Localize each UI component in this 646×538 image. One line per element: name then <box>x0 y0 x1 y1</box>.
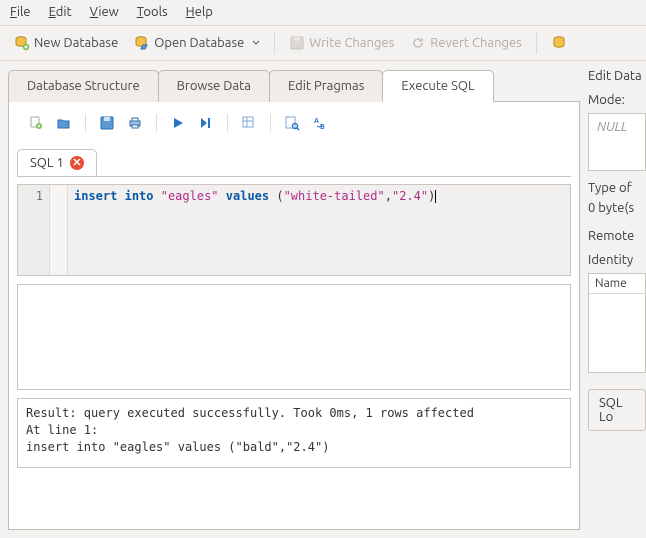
text-cursor <box>435 190 436 203</box>
identity-list[interactable]: Name <box>588 273 646 373</box>
save-blue-icon <box>99 115 115 131</box>
save-results-button[interactable] <box>238 112 260 134</box>
print-button[interactable] <box>124 112 146 134</box>
database-plus-icon <box>14 35 30 51</box>
write-changes-button: Write Changes <box>283 32 400 54</box>
play-to-end-icon <box>199 116 213 130</box>
chevron-down-icon[interactable] <box>252 39 260 47</box>
execute-button[interactable] <box>167 112 189 134</box>
new-sql-tab-button[interactable] <box>25 112 47 134</box>
sql-file-tab-1[interactable]: SQL 1 ✕ <box>17 149 97 176</box>
tab-edit-pragmas[interactable]: Edit Pragmas <box>269 70 383 102</box>
section-tabs: Database Structure Browse Data Edit Prag… <box>8 69 580 102</box>
separator <box>270 114 271 132</box>
new-database-button[interactable]: New Database <box>8 32 124 54</box>
play-icon <box>171 116 185 130</box>
separator <box>156 114 157 132</box>
separator <box>274 32 275 54</box>
results-grid[interactable] <box>17 284 571 390</box>
tab-browse-data[interactable]: Browse Data <box>158 70 270 102</box>
menubar: File Edit View Tools Help <box>0 0 646 26</box>
name-column-header: Name <box>589 274 645 294</box>
type-label: Type of <box>588 181 646 195</box>
execute-sql-page: AB SQL 1 ✕ 1 insert into "eagles" values… <box>8 102 580 530</box>
separator <box>536 32 537 54</box>
database-open-icon <box>134 35 150 51</box>
folder-open-icon <box>56 115 72 131</box>
size-label: 0 byte(s <box>588 201 646 215</box>
sql-editor[interactable]: 1 insert into "eagles" values ("white-ta… <box>17 184 571 276</box>
find-replace-button[interactable]: AB <box>309 112 331 134</box>
tab-execute-sql[interactable]: Execute SQL <box>382 70 493 102</box>
menu-tools[interactable]: Tools <box>137 5 168 19</box>
query-log: Result: query executed successfully. Too… <box>17 398 571 468</box>
mode-label: Mode: <box>588 93 646 107</box>
svg-text:A: A <box>314 117 319 125</box>
sql-log-button[interactable]: SQL Lo <box>588 389 646 431</box>
line-gutter: 1 <box>18 185 50 275</box>
menu-edit[interactable]: Edit <box>49 5 72 19</box>
main-toolbar: New Database Open Database Write Changes… <box>0 26 646 61</box>
tab-database-structure[interactable]: Database Structure <box>8 70 159 102</box>
open-database-button[interactable]: Open Database <box>128 32 266 54</box>
revert-changes-button: Revert Changes <box>404 32 528 54</box>
menu-help[interactable]: Help <box>186 5 213 19</box>
revert-icon <box>410 35 426 51</box>
separator <box>85 114 86 132</box>
find-icon <box>284 115 300 131</box>
sql-code-area[interactable]: insert into "eagles" values ("white-tail… <box>68 185 570 275</box>
fold-gutter <box>50 185 68 275</box>
remote-label: Remote <box>588 229 646 243</box>
separator <box>227 114 228 132</box>
cell-value-view[interactable]: NULL <box>588 113 646 171</box>
page-plus-icon <box>28 115 44 131</box>
print-icon <box>127 115 143 131</box>
panel-title: Edit Data <box>588 69 646 83</box>
database-icon <box>551 35 567 51</box>
save-sql-button[interactable] <box>96 112 118 134</box>
extra-button[interactable] <box>545 32 567 54</box>
save-icon <box>289 35 305 51</box>
right-panel: Edit Data Mode: NULL Type of 0 byte(s Re… <box>580 61 646 538</box>
menu-file[interactable]: File <box>10 5 31 19</box>
menu-view[interactable]: View <box>90 5 119 19</box>
execute-line-button[interactable] <box>195 112 217 134</box>
sql-file-tabs: SQL 1 ✕ <box>17 149 571 177</box>
sql-toolbar: AB <box>17 110 571 140</box>
identity-label: Identity <box>588 253 646 267</box>
close-tab-icon[interactable]: ✕ <box>70 156 84 170</box>
grid-save-icon <box>241 115 257 131</box>
find-button[interactable] <box>281 112 303 134</box>
open-sql-button[interactable] <box>53 112 75 134</box>
find-replace-icon: AB <box>312 115 328 131</box>
